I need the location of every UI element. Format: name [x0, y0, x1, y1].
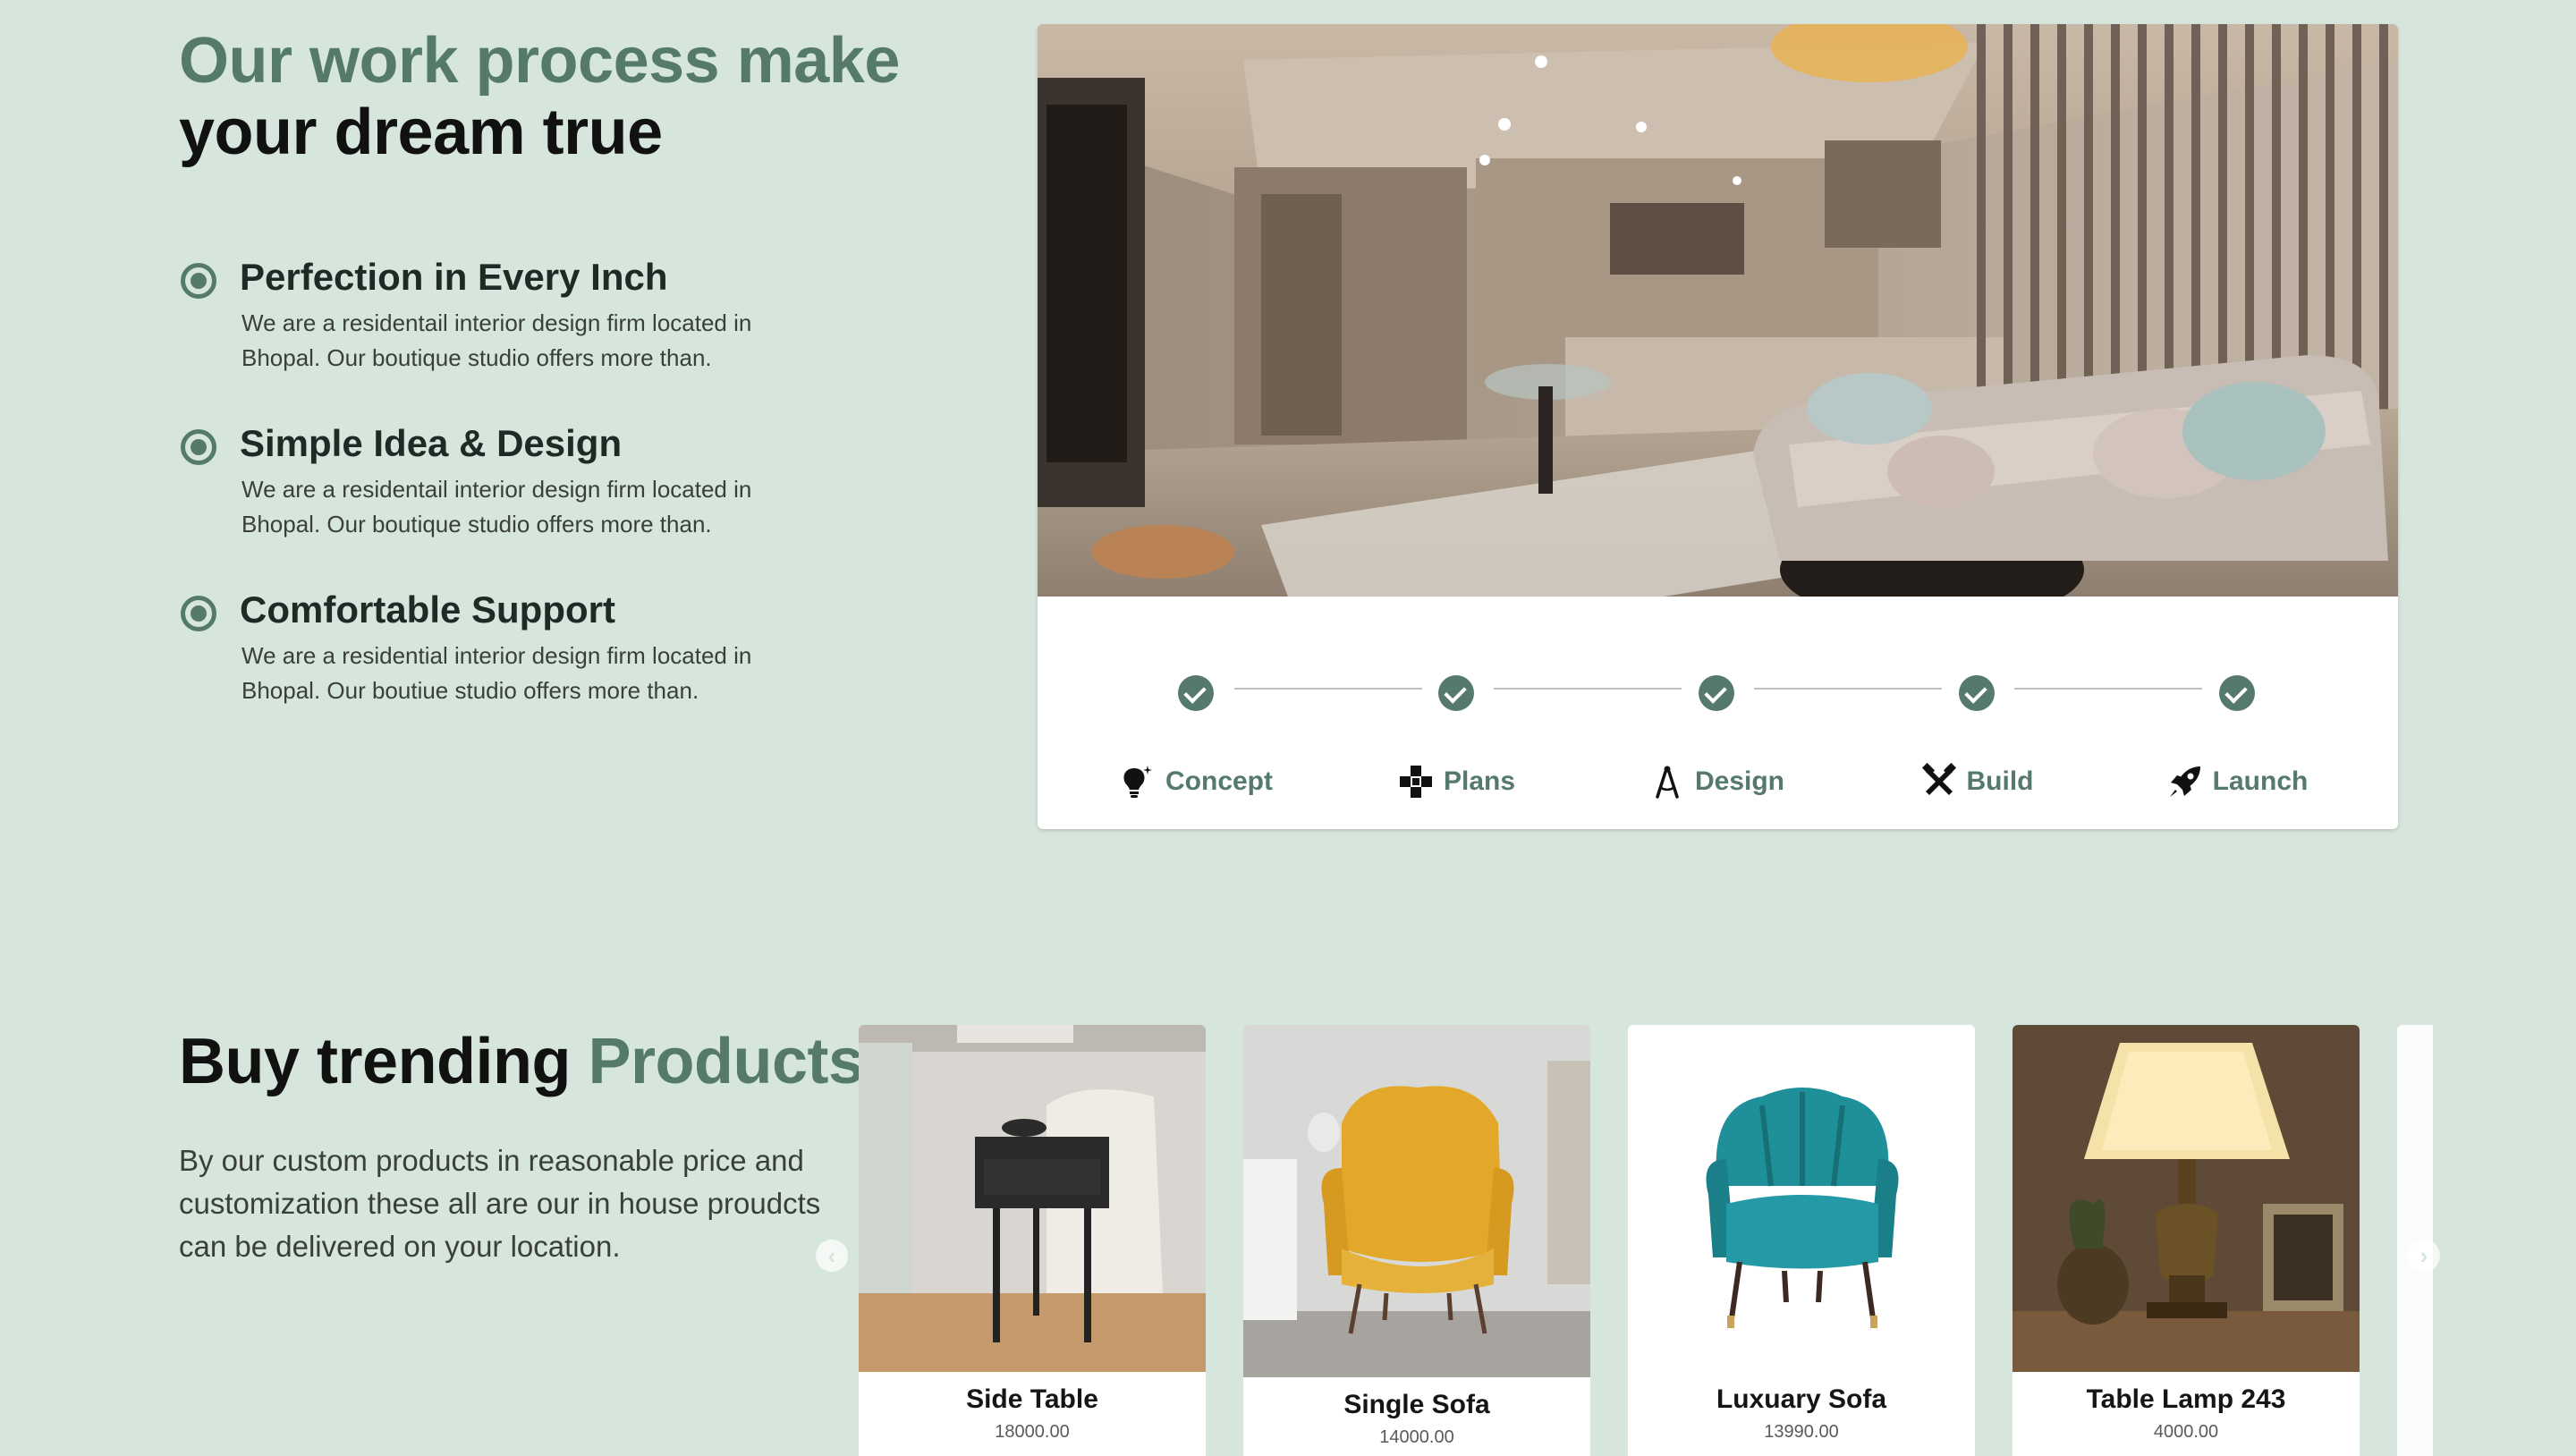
step-connector: [1234, 688, 1422, 690]
process-card: Concept Plans Design Build Launch: [1038, 24, 2398, 829]
products-title-dark: Buy trending: [179, 1026, 572, 1097]
side-table-image: [859, 1025, 1206, 1372]
step-label: Design: [1694, 766, 1785, 796]
radio-bullet-icon: [181, 596, 216, 631]
product-price: 4000.00: [2153, 1422, 2219, 1442]
carousel-prev-button[interactable]: ‹: [816, 1240, 848, 1272]
step-connector: [2014, 688, 2202, 690]
step-label: Concept: [1165, 766, 1273, 796]
table-lamp-image: [2012, 1025, 2360, 1372]
compass-icon: [1656, 766, 1679, 799]
feature-text: We are a residentail interior design fir…: [242, 476, 752, 538]
product-price: 14000.00: [1379, 1427, 1454, 1447]
product-card-table-lamp[interactable]: Table Lamp 243 4000.00: [2012, 1025, 2360, 1456]
single-sofa-image: [1243, 1025, 1590, 1377]
check-icon: [1699, 675, 1734, 711]
check-icon: [1178, 675, 1214, 711]
feature-item-support: Comfortable Support We are a residential…: [179, 587, 912, 708]
product-card-luxuary-sofa[interactable]: Luxuary Sofa 13990.00: [1628, 1025, 1975, 1456]
luxuary-sofa-image: [1628, 1025, 1975, 1372]
carousel-next-button[interactable]: ›: [2408, 1240, 2440, 1272]
feature-title: Comfortable Support: [240, 588, 615, 631]
feature-item-simple-idea: Simple Idea & Design We are a residentai…: [179, 420, 912, 542]
step-label: Build: [1966, 766, 2034, 796]
living-room-image: [1038, 24, 2398, 597]
feature-item-perfection: Perfection in Every Inch We are a reside…: [179, 254, 912, 376]
product-name: Table Lamp 243: [2086, 1384, 2286, 1414]
product-card-side-table[interactable]: Side Table 18000.00: [859, 1025, 1206, 1456]
check-icon: [1438, 675, 1474, 711]
feature-text: We are a residentail interior design fir…: [242, 309, 752, 371]
step-label: Plans: [1443, 766, 1516, 796]
lightbulb-icon: [1123, 766, 1152, 798]
process-title-line2: your dream true: [179, 97, 663, 168]
step-connector: [1754, 688, 1942, 690]
chevron-left-icon: ‹: [827, 1242, 836, 1269]
products-title-accent: Products: [588, 1026, 865, 1097]
feature-title: Perfection in Every Inch: [240, 256, 668, 298]
radio-bullet-icon: [181, 429, 216, 465]
tools-icon: [1921, 763, 1956, 795]
feature-title: Simple Idea & Design: [240, 422, 623, 464]
rocket-icon: [2169, 766, 2200, 797]
puzzle-icon: [1399, 766, 1432, 798]
product-name: Single Sofa: [1343, 1390, 1490, 1419]
step-connector: [1494, 688, 1682, 690]
process-title-line1: Our work process make: [179, 25, 900, 97]
step-label: Launch: [2212, 766, 2309, 796]
product-name: Side Table: [966, 1384, 1098, 1414]
chevron-right-icon: ›: [2419, 1242, 2428, 1269]
product-card-single-sofa[interactable]: Single Sofa 14000.00: [1243, 1025, 1590, 1456]
process-heading: Our work process make your dream true: [179, 25, 912, 168]
check-icon: [2219, 675, 2255, 711]
radio-bullet-icon: [181, 263, 216, 299]
product-price: 13990.00: [1764, 1422, 1839, 1442]
process-title: Our work process make your dream true: [179, 25, 912, 168]
product-price: 18000.00: [995, 1422, 1070, 1442]
products-description: By our custom products in reasonable pri…: [179, 1144, 821, 1263]
check-icon: [1959, 675, 1995, 711]
product-name: Luxuary Sofa: [1716, 1384, 1887, 1414]
feature-text: We are a residential interior design fir…: [242, 642, 752, 704]
products-title: Buy trending Products: [179, 1025, 864, 1098]
